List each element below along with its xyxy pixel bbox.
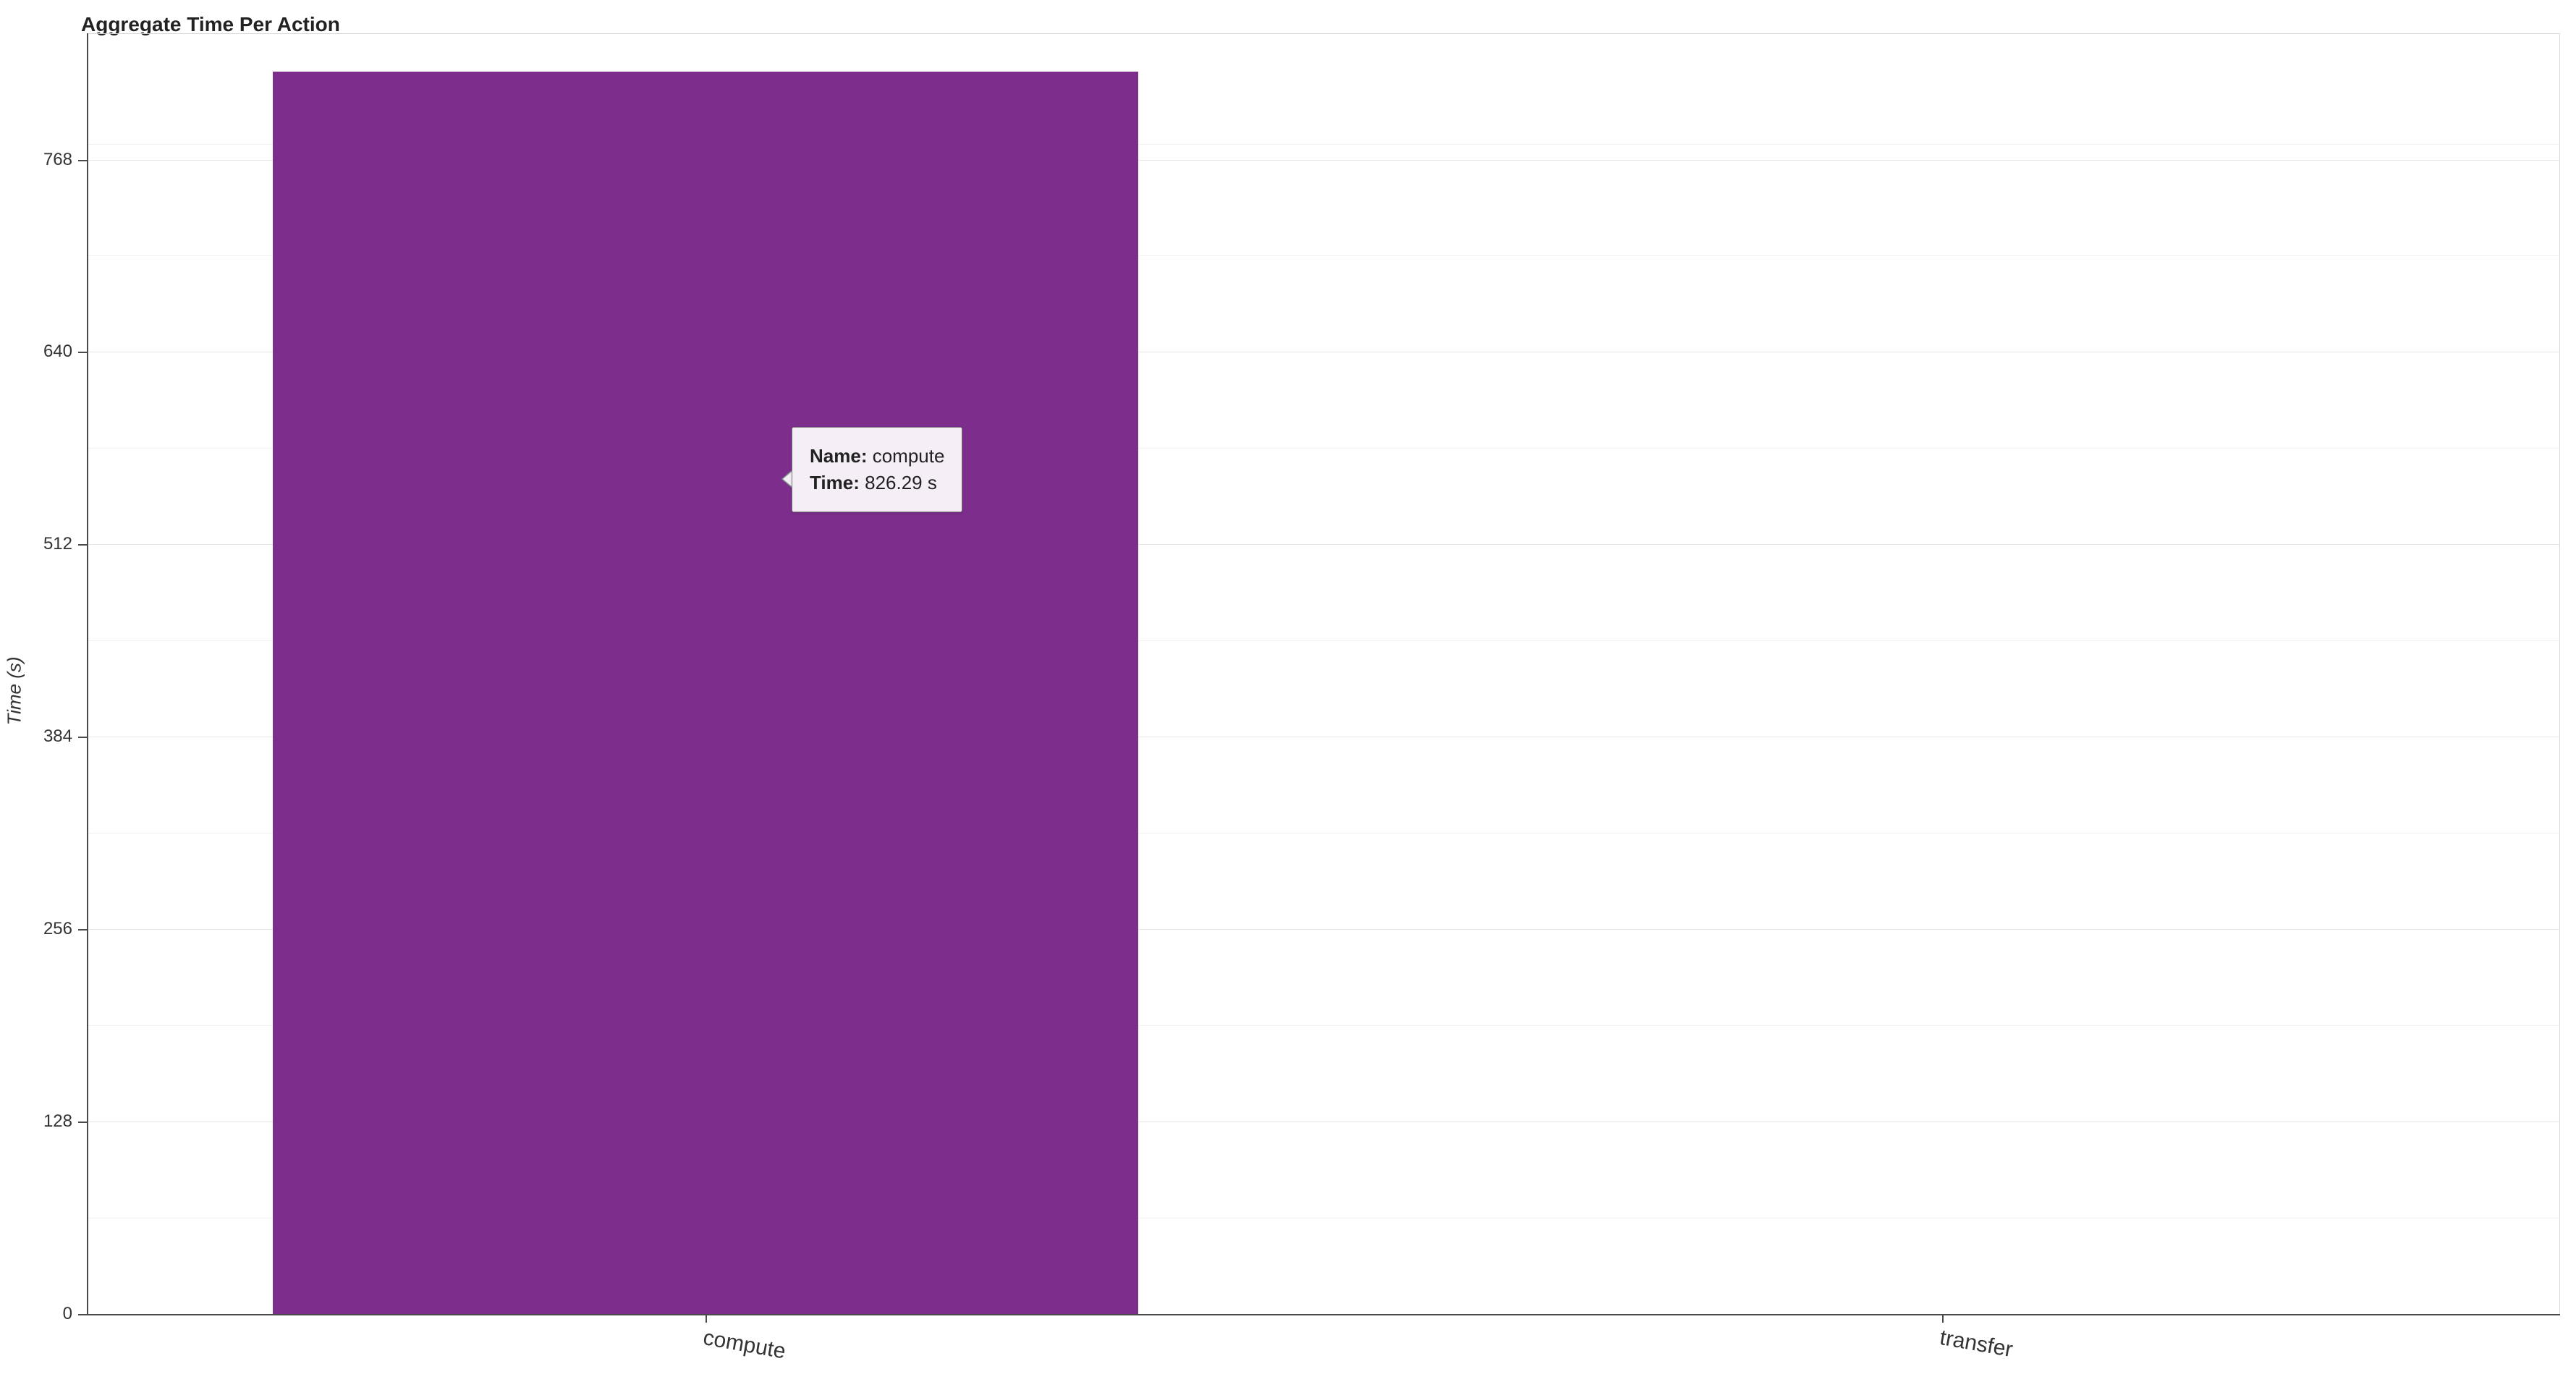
y-tick (78, 929, 87, 930)
x-tick (706, 1314, 707, 1323)
tooltip-name-label: Name: (810, 445, 867, 467)
tooltip-row: Name: compute (810, 445, 944, 467)
y-axis-title: Time (s) (4, 656, 26, 725)
tooltip: Name: compute Time: 826.29 s (792, 427, 962, 512)
y-tick (78, 1314, 87, 1315)
y-tick-label: 256 (0, 919, 72, 939)
y-tick-label: 0 (0, 1304, 72, 1324)
y-tick-label: 640 (0, 342, 72, 362)
y-axis (87, 33, 88, 1314)
y-tick (78, 737, 87, 738)
tooltip-caret-icon (781, 470, 792, 488)
x-axis (87, 1314, 2560, 1315)
y-tick-label: 512 (0, 534, 72, 554)
y-tick (78, 544, 87, 546)
y-tick-label: 384 (0, 726, 72, 747)
x-tick (1942, 1314, 1944, 1323)
y-tick (78, 1122, 87, 1123)
y-tick-label: 768 (0, 150, 72, 170)
chart-container: Aggregate Time Per Action Time (s) 0 128… (0, 0, 2576, 1382)
tooltip-row: Time: 826.29 s (810, 472, 944, 494)
y-tick-label: 128 (0, 1111, 72, 1132)
x-tick-label: compute (701, 1326, 787, 1364)
tooltip-time-value: 826.29 s (865, 472, 937, 493)
tooltip-name-value: compute (873, 445, 945, 467)
x-tick-label: transfer (1938, 1326, 2014, 1362)
tooltip-time-label: Time: (810, 472, 860, 493)
bar-compute[interactable] (273, 72, 1138, 1314)
y-tick (78, 352, 87, 353)
y-tick (78, 160, 87, 161)
